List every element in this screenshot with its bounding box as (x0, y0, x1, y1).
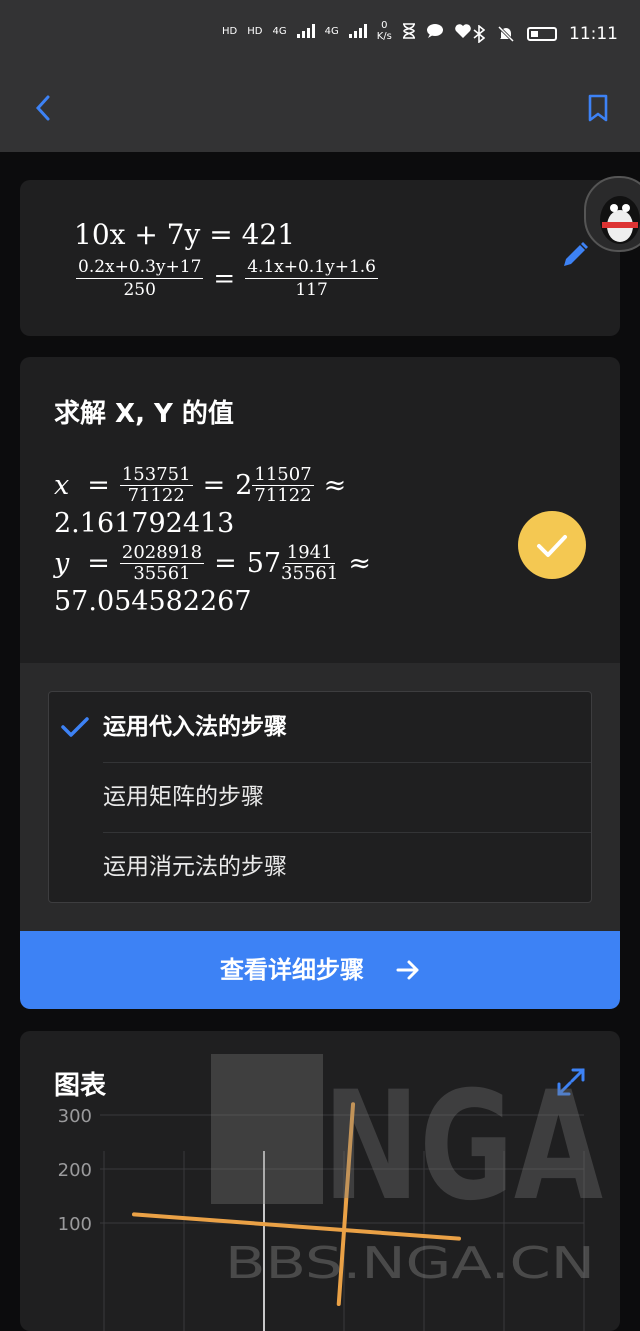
bluetooth-icon (473, 25, 485, 43)
verified-badge (518, 511, 586, 579)
app-bar (0, 70, 640, 152)
mixed-number: 57 1941 35561 (246, 541, 339, 584)
step-method-matrix[interactable]: 运用矩阵的步骤 (103, 762, 591, 832)
equals-sign: = (213, 263, 236, 294)
y-tick-label: 200 (58, 1160, 92, 1181)
health-heart-icon (455, 24, 471, 38)
steps-section: 运用代入法的步骤 运用矩阵的步骤 运用消元法的步骤 (20, 663, 620, 931)
equals-sign: = (214, 547, 237, 579)
fraction-denominator: 117 (295, 280, 328, 300)
step-label: 运用消元法的步骤 (103, 854, 287, 880)
mixed-number: 2 11507 71122 (235, 463, 314, 506)
checkmark-icon (537, 535, 567, 557)
equation-card[interactable]: 10x + 7y = 421 0.2x+0.3y+17 250 = 4.1x+0… (20, 180, 620, 336)
hd-badge-1: HD (222, 25, 238, 37)
improper-fraction: 2028918 35561 (119, 541, 205, 584)
equation-line-1: 10x + 7y = 421 (74, 218, 296, 251)
mute-bell-icon (497, 25, 515, 43)
solution-title: 求解 X, Y 的值 (54, 399, 234, 429)
signal-4g-2: 4G (324, 25, 339, 37)
equation-lhs-fraction: 0.2x+0.3y+17 250 (76, 256, 204, 301)
net-speed-value: 0 (381, 20, 388, 31)
fraction-numerator: 153751 (119, 463, 193, 486)
step-method-substitution[interactable]: 运用代入法的步骤 (103, 692, 591, 762)
fraction-numerator: 11507 (252, 463, 314, 486)
solution-card: 求解 X, Y 的值 x = 153751 71122 = 2 11507 71… (20, 357, 620, 1009)
x-decimal-value: 2.161792413 (54, 508, 235, 539)
y-decimal-value: 57.054582267 (54, 586, 252, 617)
signal-4g-1: 4G (272, 25, 287, 37)
net-speed: 0 K/s (377, 20, 392, 42)
status-bar-right: 11:11 (473, 24, 618, 44)
selected-check-icon (61, 717, 89, 737)
signal-bars-icon (348, 24, 367, 38)
fraction-denominator: 71122 (254, 484, 312, 506)
hourglass-icon (402, 23, 415, 39)
approx-sign: ≈ (348, 547, 371, 579)
view-detailed-steps-button[interactable]: 查看详细步骤 (20, 931, 620, 1009)
fraction-numerator: 4.1x+0.1y+1.6 (245, 257, 378, 279)
fraction-denominator: 250 (123, 280, 156, 300)
graph-plot[interactable]: 300 200 100 (20, 1031, 620, 1331)
step-method-elimination[interactable]: 运用消元法的步骤 (103, 832, 591, 902)
fraction-denominator: 71122 (127, 484, 185, 506)
equation-rhs-fraction: 4.1x+0.1y+1.6 117 (245, 256, 378, 301)
variable-name: x (54, 469, 70, 501)
status-bar: HD HD 4G 4G 0 K/s 11:11 (0, 0, 640, 70)
fraction-numerator: 2028918 (119, 541, 205, 564)
equation-line-2: 0.2x+0.3y+17 250 = 4.1x+0.1y+1.6 117 (76, 256, 378, 301)
fraction-denominator: 35561 (281, 562, 339, 584)
hd-badge-2: HD (247, 25, 263, 37)
equals-sign: = (202, 469, 226, 501)
status-time: 11:11 (569, 24, 618, 44)
fraction-denominator: 35561 (133, 562, 191, 584)
arrow-right-icon (396, 960, 419, 980)
status-bar-left: HD HD 4G 4G 0 K/s (222, 20, 472, 42)
fraction-numerator: 0.2x+0.3y+17 (76, 257, 204, 279)
fraction-numerator: 1941 (284, 541, 335, 564)
mixed-fraction: 1941 35561 (281, 541, 339, 584)
battery-icon (527, 27, 557, 41)
series-line-2 (336, 1102, 356, 1306)
equals-sign: = (87, 547, 110, 579)
penguin-icon (600, 196, 640, 244)
mixed-fraction: 11507 71122 (252, 463, 314, 506)
y-tick-label: 100 (58, 1214, 92, 1235)
expand-icon[interactable] (556, 1067, 586, 1097)
chat-bubble-icon (426, 24, 443, 38)
whole-part: 57 (246, 547, 282, 579)
variable-name: y (54, 547, 70, 579)
steps-method-list: 运用代入法的步骤 运用矩阵的步骤 运用消元法的步骤 (48, 691, 592, 903)
improper-fraction: 153751 71122 (119, 463, 193, 506)
graph-title: 图表 (54, 1071, 107, 1101)
signal-bars-icon (296, 24, 315, 38)
button-label: 查看详细步骤 (220, 956, 364, 984)
graph-card: 300 200 100 图表 (20, 1031, 620, 1331)
step-label: 运用矩阵的步骤 (103, 784, 264, 810)
y-tick-label: 300 (58, 1106, 92, 1127)
series-line-1 (132, 1212, 461, 1241)
floating-avatar[interactable] (584, 176, 640, 252)
approx-sign: ≈ (323, 469, 347, 501)
chevron-left-icon[interactable] (30, 94, 58, 122)
bookmark-icon[interactable] (586, 94, 610, 122)
step-label: 运用代入法的步骤 (103, 714, 287, 740)
equals-sign: = (87, 469, 110, 501)
y-solution-row: y = 2028918 35561 = 57 1941 35561 ≈ (54, 541, 381, 584)
x-solution-row: x = 153751 71122 = 2 11507 71122 ≈ (54, 463, 381, 506)
whole-part: 2 (235, 469, 253, 501)
net-speed-unit: K/s (376, 31, 392, 42)
solution-values: x = 153751 71122 = 2 11507 71122 ≈ 2.161… (54, 463, 381, 621)
